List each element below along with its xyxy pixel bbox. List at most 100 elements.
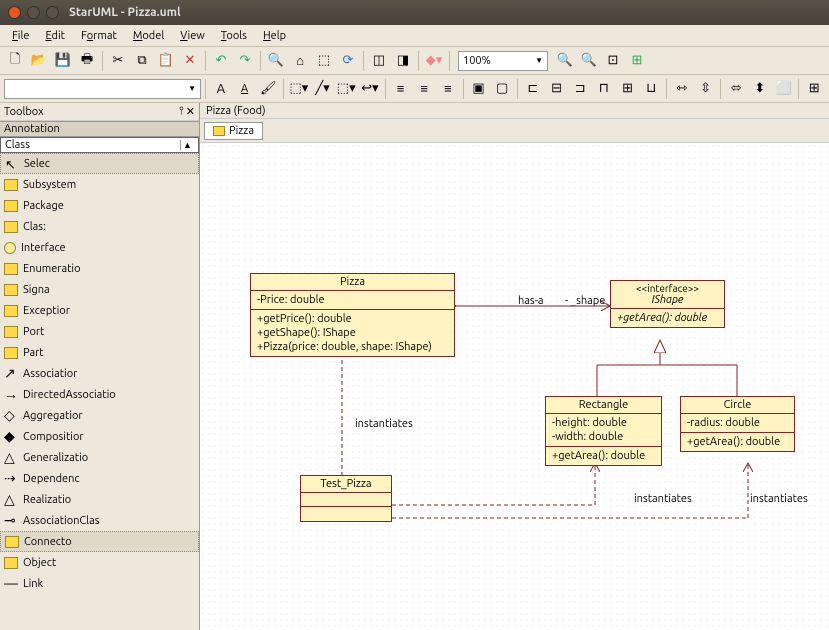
- send-back-icon[interactable]: ▢: [491, 78, 513, 100]
- tool-composition[interactable]: ◆Compositior: [0, 426, 199, 447]
- bring-front-icon[interactable]: ▣: [468, 78, 490, 100]
- space-h-icon[interactable]: ⇿: [671, 78, 693, 100]
- tool-exception[interactable]: Exceptior: [0, 300, 199, 321]
- label-has-a: has-a: [518, 295, 544, 307]
- tab-bar: Pizza: [200, 119, 829, 143]
- open-icon[interactable]: 📂: [28, 50, 50, 72]
- align-left-icon[interactable]: ≡: [390, 78, 412, 100]
- tool-dependency[interactable]: ⇢Dependenc: [0, 468, 199, 489]
- menu-file[interactable]: File: [4, 27, 37, 45]
- interface-ishape[interactable]: <<interface>> IShape +getArea(): double: [610, 280, 725, 328]
- tool-subsystem[interactable]: Subsystem: [0, 174, 199, 195]
- tool-interface[interactable]: Interface: [0, 237, 199, 258]
- valign-top-icon[interactable]: ⊓: [593, 78, 615, 100]
- redo-icon[interactable]: ↷: [234, 50, 256, 72]
- circle-name: Circle: [681, 397, 794, 414]
- stereotype-icon[interactable]: ⬚▾: [288, 78, 310, 100]
- tool-port[interactable]: Port: [0, 321, 199, 342]
- close-icon[interactable]: ✕: [186, 105, 195, 118]
- tool-directed-association[interactable]: →DirectedAssociatio: [0, 384, 199, 405]
- tool-association-class[interactable]: ⊸AssociationClas: [0, 510, 199, 531]
- align-right-icon[interactable]: ≡: [437, 78, 459, 100]
- class-rectangle[interactable]: Rectangle -height: double -width: double…: [545, 396, 662, 466]
- tool-link[interactable]: —Link: [0, 573, 199, 594]
- class-pizza-ops: +getPrice(): double +getShape(): IShape …: [251, 310, 454, 356]
- tool-select[interactable]: ↖Selec: [0, 153, 199, 174]
- layout-icon[interactable]: ⊞: [803, 78, 825, 100]
- font-name-icon[interactable]: A: [210, 78, 232, 100]
- paste-icon[interactable]: 📋: [155, 50, 177, 72]
- menu-edit[interactable]: Edit: [37, 27, 73, 45]
- diagram-canvas[interactable]: Pizza -Price: double +getPrice(): double…: [200, 143, 829, 630]
- zoom-combo[interactable]: 100% ▼: [458, 51, 548, 71]
- sizeeq-icon[interactable]: ⬜: [773, 78, 795, 100]
- zoom-out-icon[interactable]: 🔍: [578, 50, 600, 72]
- space-v-icon[interactable]: ⇳: [695, 78, 717, 100]
- menu-view[interactable]: View: [172, 27, 213, 45]
- valign-middle-icon[interactable]: ⊞: [617, 78, 639, 100]
- class-pizza-attrs: -Price: double: [251, 291, 454, 310]
- class-pizza-name: Pizza: [251, 274, 454, 291]
- class-circle[interactable]: Circle -radius: double +getArea(): doubl…: [680, 396, 795, 452]
- link-icon: —: [4, 578, 18, 590]
- class-pizza[interactable]: Pizza -Price: double +getPrice(): double…: [250, 273, 455, 357]
- linestyle-icon[interactable]: ╱▾: [312, 78, 334, 100]
- tool-package[interactable]: Package: [0, 195, 199, 216]
- tool-generalization[interactable]: △Generalizatio: [0, 447, 199, 468]
- browse-icon[interactable]: ⌂: [289, 50, 311, 72]
- halign-center-icon[interactable]: ⊟: [546, 78, 568, 100]
- tool-association[interactable]: ↗Associatior: [0, 363, 199, 384]
- tool-connector[interactable]: Connecto: [0, 531, 199, 552]
- menu-help[interactable]: Help: [255, 27, 294, 45]
- new-icon[interactable]: 🗋: [4, 50, 26, 72]
- tool-signal[interactable]: Signa: [0, 279, 199, 300]
- autosize-icon[interactable]: ⬚▾: [335, 78, 357, 100]
- tool-part[interactable]: Part: [0, 342, 199, 363]
- rectangle-attrs: -height: double -width: double: [546, 414, 661, 447]
- zoom-fit-icon[interactable]: ⊡: [602, 50, 624, 72]
- undo-icon[interactable]: ↶: [210, 50, 232, 72]
- menu-model[interactable]: Model: [125, 27, 172, 45]
- view1-icon[interactable]: ◫: [368, 50, 390, 72]
- save-icon[interactable]: 💾: [52, 50, 74, 72]
- menu-format[interactable]: Format: [73, 27, 125, 45]
- font-color-icon[interactable]: A: [234, 78, 256, 100]
- tool-object[interactable]: Object: [0, 552, 199, 573]
- section-class[interactable]: Class ▲: [0, 137, 199, 153]
- refresh-icon[interactable]: ⟳: [337, 50, 359, 72]
- tab-pizza[interactable]: Pizza: [204, 122, 263, 140]
- section-annotation[interactable]: Annotation: [0, 121, 199, 137]
- view2-icon[interactable]: ◨: [392, 50, 414, 72]
- window-title: StarUML - Pizza.uml: [69, 6, 181, 19]
- align-center-icon[interactable]: ≡: [413, 78, 435, 100]
- valign-bottom-icon[interactable]: ⊔: [640, 78, 662, 100]
- font-combo[interactable]: ▼: [4, 79, 201, 99]
- zoom-in-icon[interactable]: 🔍: [554, 50, 576, 72]
- window-minimize-button[interactable]: [27, 6, 40, 19]
- color-icon[interactable]: ◆▾: [423, 50, 445, 72]
- model-icon[interactable]: ⬚: [313, 50, 335, 72]
- tool-enumeration[interactable]: Enumeratio: [0, 258, 199, 279]
- wordwrap-icon[interactable]: ↩▾: [359, 78, 381, 100]
- tool-class[interactable]: Clas:: [0, 216, 199, 237]
- halign-right-icon[interactable]: ⊐: [569, 78, 591, 100]
- delete-icon[interactable]: ✕: [179, 50, 201, 72]
- menu-tools[interactable]: Tools: [213, 27, 255, 45]
- pin-icon[interactable]: ⫯: [179, 105, 184, 118]
- window-close-button[interactable]: [8, 6, 21, 19]
- tool-realization[interactable]: △Realizatio: [0, 489, 199, 510]
- class-test-pizza[interactable]: Test_Pizza: [300, 475, 392, 522]
- sizeeq-h-icon[interactable]: ⬍: [749, 78, 771, 100]
- copy-icon[interactable]: ⧉: [131, 50, 153, 72]
- window-maximize-button[interactable]: [46, 6, 59, 19]
- print-icon[interactable]: 🖶: [76, 50, 98, 72]
- enum-icon: [4, 263, 18, 275]
- cut-icon[interactable]: ✂: [107, 50, 129, 72]
- scroll-up-icon[interactable]: ▲: [180, 140, 194, 150]
- fill-color-icon[interactable]: 🖌: [257, 78, 279, 100]
- tool-aggregation[interactable]: ◇Aggregatior: [0, 405, 199, 426]
- zoom-actual-icon[interactable]: ⊞: [626, 50, 648, 72]
- sizeeq-w-icon[interactable]: ⬄: [725, 78, 747, 100]
- halign-left-icon[interactable]: ⊏: [522, 78, 544, 100]
- find-icon[interactable]: 🔍: [265, 50, 287, 72]
